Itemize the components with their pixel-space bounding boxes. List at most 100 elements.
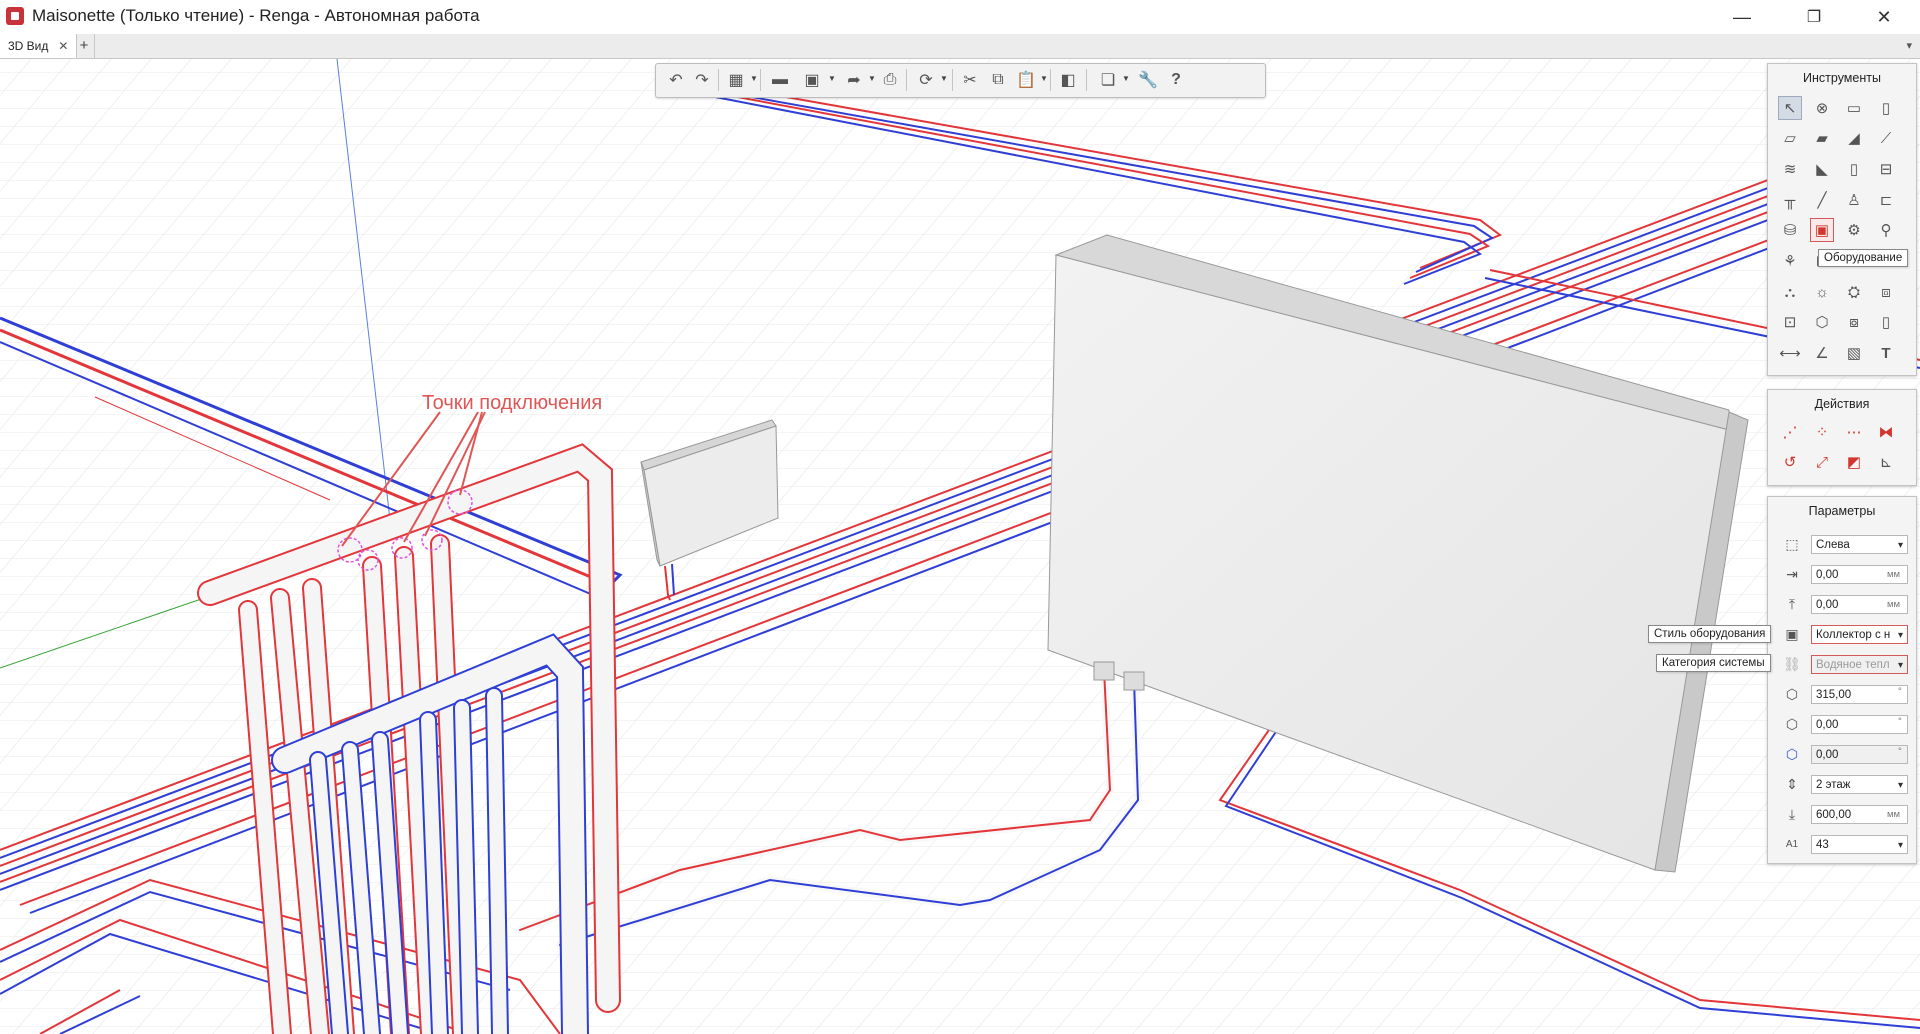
close-button[interactable]: ✕ <box>1856 0 1912 34</box>
device-tool-icon[interactable]: ⛭ <box>1842 280 1866 304</box>
offset-y-icon: ⤒ <box>1788 595 1796 612</box>
angle-tool-icon[interactable]: ∠ <box>1810 341 1834 365</box>
offset-action-icon[interactable]: ⊾ <box>1874 450 1898 474</box>
align-action-icon[interactable]: ◩ <box>1842 450 1866 474</box>
connect-action-icon[interactable]: ⋰ <box>1778 420 1802 444</box>
column-tool-icon[interactable]: ▯ <box>1874 96 1898 120</box>
chevron-down-icon[interactable]: ▼ <box>828 74 836 83</box>
duct-tool-icon[interactable]: ⊏ <box>1874 188 1898 212</box>
model-scene <box>0 59 1920 1034</box>
rotation-x-unit: ° <box>1898 716 1902 727</box>
wall-tool-icon[interactable]: ▭ <box>1842 96 1866 120</box>
door-tool-icon[interactable]: ▯ <box>1842 157 1866 181</box>
sanitary-tool-icon[interactable]: ♙ <box>1842 188 1866 212</box>
print-icon[interactable]: ⎙ <box>878 69 902 91</box>
offset-x-unit: мм <box>1887 569 1901 580</box>
placement-icon: ⬚ <box>1785 535 1799 552</box>
minimize-button[interactable]: — <box>1714 0 1770 34</box>
railing-tool-icon[interactable]: ╥ <box>1778 188 1802 212</box>
window-tool-icon[interactable]: ⊟ <box>1874 157 1898 181</box>
roof-tool-icon[interactable]: ◢ <box>1842 126 1866 150</box>
rotation-y-field[interactable]: 0,00 <box>1811 745 1908 764</box>
copy-action-icon[interactable]: ⋯ <box>1842 420 1866 444</box>
array-action-icon[interactable]: ⁘ <box>1810 420 1834 444</box>
equipment-style-select[interactable]: Коллектор с н <box>1811 625 1908 645</box>
export-icon[interactable]: ➦ <box>842 69 866 91</box>
rotation-z-icon: ⬡ <box>1785 685 1799 702</box>
renga-logo-icon <box>6 7 24 25</box>
level-icon: ⇕ <box>1786 775 1798 792</box>
element-tool-icon[interactable]: ⧇ <box>1842 310 1866 334</box>
tab-list-menu-icon[interactable]: ▾ <box>1906 34 1912 58</box>
slab-tool-icon[interactable]: ▰ <box>1810 126 1834 150</box>
settings-wrench-icon[interactable]: 🔧 <box>1136 69 1160 91</box>
mechanical-tool-icon[interactable]: ⚲ <box>1874 218 1898 242</box>
dimension-tool-icon[interactable]: ⟷ <box>1778 341 1802 365</box>
tools-panel-title: Инструменты <box>1803 71 1881 85</box>
placement-select[interactable]: Слева <box>1811 535 1908 555</box>
fixture-tool-icon[interactable]: ⚘ <box>1778 249 1802 273</box>
hatch-tool-icon[interactable]: ▧ <box>1842 341 1866 365</box>
rotation-x-icon: ⬡ <box>1785 715 1799 732</box>
chevron-down-icon[interactable]: ▼ <box>940 74 948 83</box>
mark-icon: A1 <box>1785 838 1799 850</box>
restore-button[interactable]: ❐ <box>1786 0 1842 34</box>
layout-icon[interactable]: ◧ <box>1056 69 1080 91</box>
system-category-select[interactable]: Водяное тепл <box>1811 655 1908 675</box>
stair-tool-icon[interactable]: ≋ <box>1778 157 1802 181</box>
electrical-tool-icon[interactable]: ⛬ <box>1778 280 1802 304</box>
text-tool-icon[interactable]: T <box>1874 341 1898 365</box>
redo-icon[interactable]: ↷ <box>690 69 714 91</box>
equipment-style-tooltip: Стиль оборудования <box>1648 625 1772 643</box>
open-folder-icon[interactable]: ▬ <box>768 69 792 91</box>
pipe-fitting-tool-icon[interactable]: ⛁ <box>1778 218 1802 242</box>
panel-board-tool-icon[interactable]: ⧈ <box>1874 280 1898 304</box>
paste-icon[interactable]: 📋 <box>1014 69 1038 91</box>
rotation-z-field[interactable]: 315,00 <box>1811 685 1908 704</box>
assembly-tool-icon[interactable]: ⬡ <box>1810 310 1834 334</box>
select-tool-icon[interactable]: ↖ <box>1778 96 1802 120</box>
help-icon[interactable]: ? <box>1164 69 1188 91</box>
undo-icon[interactable]: ↶ <box>664 69 688 91</box>
tab-3d-view[interactable]: 3D Вид ✕ <box>0 34 78 58</box>
3d-viewport[interactable] <box>0 59 1920 1034</box>
axis-tool-icon[interactable]: ⊗ <box>1810 96 1834 120</box>
room-tool-icon[interactable]: ⊡ <box>1778 310 1802 334</box>
system-category-icon: ⛓ <box>1783 655 1801 672</box>
equipment-tool-icon[interactable]: ▣ <box>1810 218 1834 242</box>
chevron-down-icon[interactable]: ▼ <box>750 74 758 83</box>
move-action-icon[interactable]: ⤢ <box>1810 450 1834 474</box>
tab-label: 3D Вид <box>8 39 49 53</box>
chevron-down-icon[interactable]: ▼ <box>1040 74 1048 83</box>
system-category-tooltip: Категория системы <box>1656 654 1771 672</box>
copy-icon[interactable]: ⧉ <box>986 69 1010 91</box>
floor-tool-icon[interactable]: ▱ <box>1778 126 1802 150</box>
lighting-tool-icon[interactable]: ☼ <box>1810 280 1834 304</box>
opening-tool-icon[interactable]: ▯ <box>1874 310 1898 334</box>
ramp-tool-icon[interactable]: ◣ <box>1810 157 1834 181</box>
elevation-icon: ⤓ <box>1788 805 1796 822</box>
parameters-panel-title: Параметры <box>1808 504 1876 518</box>
add-tab-button[interactable]: + <box>74 34 95 58</box>
main-toolbar: ↶ ↷ ▦ ▼ ▬ ▣ ▼ ➦ ▼ ⎙ ⟳ ▼ ✂ ⧉ 📋 ▼ ◧ ❏ ▼ 🔧 … <box>655 63 1266 98</box>
orbit-icon[interactable]: ⟳ <box>914 69 938 91</box>
chevron-down-icon[interactable]: ▼ <box>868 74 876 83</box>
views-icon[interactable]: ❏ <box>1096 69 1120 91</box>
mirror-action-icon[interactable]: ⧓ <box>1874 420 1898 444</box>
rotation-z-unit: ° <box>1898 686 1902 697</box>
offset-x-icon: ⇥ <box>1786 565 1798 582</box>
connection-points-annotation: Точки подключения <box>422 392 603 414</box>
rotate-action-icon[interactable]: ↺ <box>1778 450 1802 474</box>
tab-close-icon[interactable]: ✕ <box>58 39 68 53</box>
save-icon[interactable]: ▣ <box>800 69 824 91</box>
mark-select[interactable]: 43 <box>1811 835 1908 855</box>
3d-view-icon[interactable]: ▦ <box>724 69 748 91</box>
rotation-x-field[interactable]: 0,00 <box>1811 715 1908 734</box>
chevron-down-icon[interactable]: ▼ <box>1122 74 1130 83</box>
pipe-accessory-tool-icon[interactable]: ⚙ <box>1842 218 1866 242</box>
beam-tool-icon[interactable]: ⟋ <box>1874 126 1898 150</box>
offset-y-unit: мм <box>1887 599 1901 610</box>
line-tool-icon[interactable]: ╱ <box>1810 188 1834 212</box>
level-select[interactable]: 2 этаж <box>1811 775 1908 795</box>
cut-icon[interactable]: ✂ <box>958 69 982 91</box>
